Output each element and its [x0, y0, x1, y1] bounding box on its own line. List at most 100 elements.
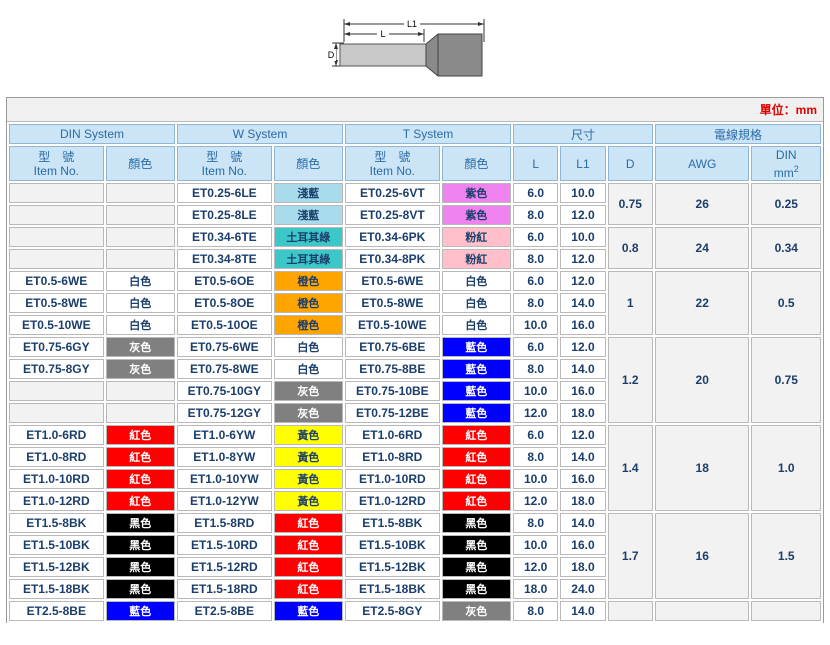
ferrule-dimension-diagram: L1 L D	[327, 18, 485, 77]
din-item-no	[9, 183, 104, 203]
awg-value: 18	[654, 425, 750, 511]
w-item-no: ET0.34-8TE	[177, 249, 272, 269]
w-color-swatch: 黃色	[273, 447, 344, 467]
din-color-swatch	[105, 403, 176, 423]
awg-header: AWG	[654, 146, 750, 181]
din-item-no: ET1.5-18BK	[9, 579, 104, 599]
table-row: ET0.75-6GY 灰色 ET0.75-6WE 白色 ET0.75-6BE 藍色 6.0 1…	[9, 337, 821, 423]
l1-value: 14.0	[560, 447, 606, 467]
t-item-no: ET2.5-8GY	[345, 601, 440, 621]
d-label: D	[328, 50, 335, 60]
t-color-swatch: 粉紅	[441, 227, 512, 247]
l-value: 8.0	[513, 205, 559, 225]
group-header-row: DIN System W System T System 尺寸 電線規格	[9, 124, 821, 144]
w-item-no: ET1.5-12RD	[177, 557, 272, 577]
l1-value: 14.0	[560, 601, 606, 621]
t-item-no: ET1.0-10RD	[345, 469, 440, 489]
d-value: 1.2	[607, 337, 653, 423]
w-color-swatch: 土耳其綠	[273, 227, 344, 247]
w-color-swatch: 土耳其綠	[273, 249, 344, 269]
l1-value: 16.0	[560, 381, 606, 401]
t-color-swatch: 粉紅	[441, 249, 512, 269]
t-item-no: ET0.75-8BE	[345, 359, 440, 379]
awg-value: 22	[654, 271, 750, 335]
t-item-no: ET0.5-8WE	[345, 293, 440, 313]
table-row: ET0.25-6LE 淺藍 ET0.25-6VT 紫色 6.0 10.0 0.75 26 0.2…	[9, 183, 821, 225]
awg-value: 20	[654, 337, 750, 423]
l1-value: 10.0	[560, 183, 606, 203]
w-item-no: ET0.5-8OE	[177, 293, 272, 313]
d-value: 1.7	[607, 513, 653, 599]
t-color-swatch: 紫色	[441, 205, 512, 225]
din-item-no: ET0.75-8GY	[9, 359, 104, 379]
din-color-header: 顏色	[105, 146, 176, 181]
w-item-no: ET1.0-8YW	[177, 447, 272, 467]
t-color-swatch: 黑色	[441, 535, 512, 555]
t-color-swatch: 紅色	[441, 491, 512, 511]
model-cn-label: 型 號	[374, 149, 411, 164]
w-item-no: ET0.5-10OE	[177, 315, 272, 335]
l-value: 8.0	[513, 447, 559, 467]
l1-value: 12.0	[560, 249, 606, 269]
t-item-no: ET1.5-18BK	[345, 579, 440, 599]
t-color-header: 顏色	[441, 146, 512, 181]
awg-value: 24	[654, 227, 750, 269]
din-item-no: ET0.5-10WE	[9, 315, 104, 335]
din-mm2-header: DIN mm2	[751, 146, 821, 181]
w-item-no: ET1.0-10YW	[177, 469, 272, 489]
din-mm2-value: 0.25	[751, 183, 821, 225]
t-color-swatch: 藍色	[441, 337, 512, 357]
l-value: 12.0	[513, 557, 559, 577]
din-color-swatch: 黑色	[105, 513, 176, 533]
l1-value: 12.0	[560, 337, 606, 357]
w-item-no-header: 型 號 Item No.	[177, 146, 272, 181]
din-item-no: ET1.0-10RD	[9, 469, 104, 489]
din-color-swatch: 白色	[105, 293, 176, 313]
w-color-swatch: 橙色	[273, 271, 344, 291]
t-system-header: T System	[345, 124, 512, 144]
din-color-swatch: 黑色	[105, 579, 176, 599]
w-color-swatch: 灰色	[273, 381, 344, 401]
d-value: 0.75	[607, 183, 653, 225]
w-color-swatch: 紅色	[273, 513, 344, 533]
t-item-no: ET1.5-8BK	[345, 513, 440, 533]
din-item-no: ET1.5-8BK	[9, 513, 104, 533]
t-color-swatch: 白色	[441, 315, 512, 335]
l1-value: 16.0	[560, 535, 606, 555]
w-color-swatch: 白色	[273, 337, 344, 357]
l-value: 8.0	[513, 293, 559, 313]
w-item-no: ET1.5-18RD	[177, 579, 272, 599]
t-color-swatch: 黑色	[441, 579, 512, 599]
l-value: 6.0	[513, 337, 559, 357]
l-value: 10.0	[513, 535, 559, 555]
din-mm2-value: 0.34	[751, 227, 821, 269]
t-item-no: ET0.75-10BE	[345, 381, 440, 401]
w-color-swatch: 紅色	[273, 535, 344, 555]
l1-value: 24.0	[560, 579, 606, 599]
din-color-swatch: 紅色	[105, 491, 176, 511]
din-item-no	[9, 205, 104, 225]
t-item-no: ET1.5-10BK	[345, 535, 440, 555]
din-mm2-value: 0.75	[751, 337, 821, 423]
t-color-swatch: 白色	[441, 293, 512, 313]
t-item-no: ET0.25-6VT	[345, 183, 440, 203]
t-color-swatch: 黑色	[441, 513, 512, 533]
l1-value: 16.0	[560, 315, 606, 335]
w-color-swatch: 紅色	[273, 579, 344, 599]
l1-header: L1	[560, 146, 606, 181]
din-color-swatch	[105, 381, 176, 401]
din-mm2-value	[751, 601, 821, 621]
w-color-swatch: 黃色	[273, 491, 344, 511]
t-item-no: ET1.0-8RD	[345, 447, 440, 467]
l1-value: 18.0	[560, 403, 606, 423]
w-item-no: ET1.5-10RD	[177, 535, 272, 555]
l1-value: 18.0	[560, 557, 606, 577]
w-color-swatch: 藍色	[273, 601, 344, 621]
mm-superscript: 2	[793, 163, 799, 174]
unit-label: 單位：mm	[7, 98, 823, 122]
din-item-no: ET1.0-6RD	[9, 425, 104, 445]
w-item-no: ET0.75-8WE	[177, 359, 272, 379]
din-item-no	[9, 403, 104, 423]
w-color-swatch: 紅色	[273, 557, 344, 577]
din-color-swatch	[105, 205, 176, 225]
